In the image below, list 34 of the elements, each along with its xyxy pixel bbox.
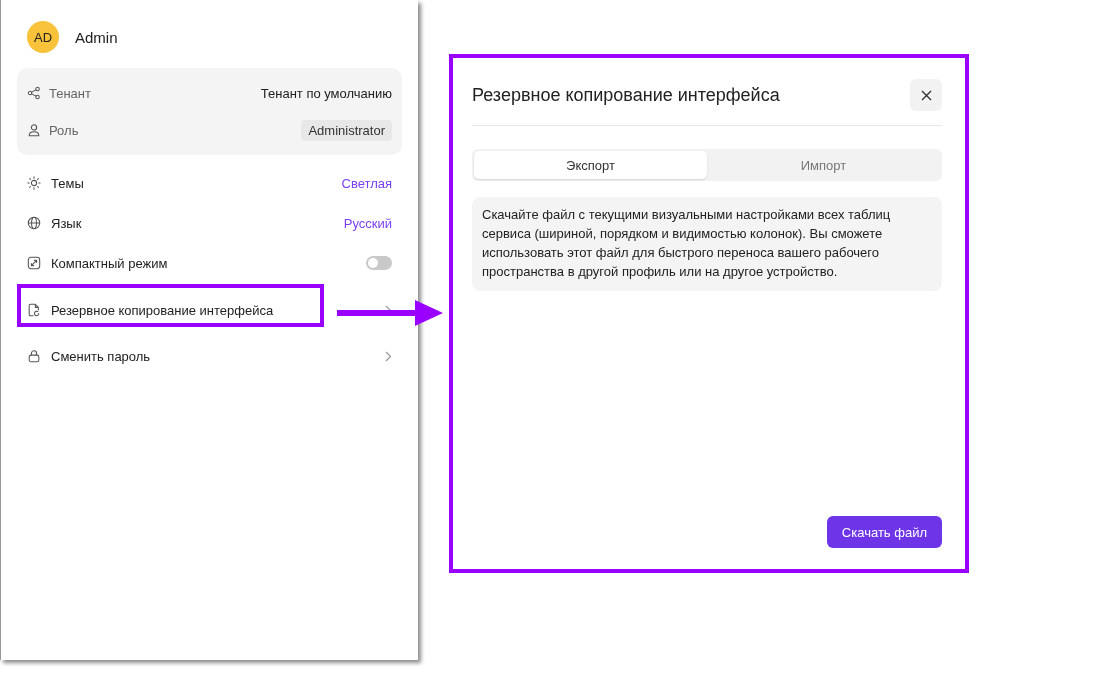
menu-label: Компактный режим [51,255,168,271]
info-value: Тенант по умолчанию [260,85,392,101]
menu-label: Резервное копирование интерфейса [51,302,274,318]
file-icon [27,303,41,317]
menu-item[interactable]: Резервное копирование интерфейса [27,287,392,333]
user-name: Admin [75,28,118,46]
share-icon [27,86,41,100]
menu-label: Темы [51,175,84,191]
sun-icon [27,176,41,190]
dialog-title: Резервное копирование интерфейса [472,84,780,106]
tab[interactable]: Экспорт [474,151,707,179]
download-button[interactable]: Скачать файл [826,516,942,548]
compress-icon [27,256,41,270]
role-badge: Administrator [301,119,392,141]
menu-value: Светлая [341,175,392,191]
menu-item[interactable]: Язык Русский [27,203,392,243]
menu-label: Язык [51,215,82,231]
close-icon [920,89,932,101]
menu-value: Русский [343,215,392,231]
menu-item[interactable]: Темы Светлая [27,163,392,203]
toggle-switch[interactable] [366,256,392,270]
chevron-icon [385,350,392,362]
menu-label: Сменить пароль [51,348,151,364]
info-label: Тенант [49,85,91,101]
description-text: Скачайте файл с текущими визуальными настройками всех таблиц сервиса (шириной, порядком и видимостью колонок). Вы сможете использовать этот файл для быстрого переноса вашего рабочего пространства в другой профиль или на другое устройство. [472,197,942,291]
menu-item[interactable]: Сменить пароль [27,333,392,379]
person-icon [27,123,41,137]
info-label: Роль [49,122,79,138]
avatar: AD [27,21,59,53]
globe-icon [27,216,41,230]
lock-icon [27,349,41,363]
menu-item[interactable]: Компактный режим [27,243,392,283]
tab[interactable]: Импорт [707,151,940,179]
close-button[interactable] [910,79,942,111]
